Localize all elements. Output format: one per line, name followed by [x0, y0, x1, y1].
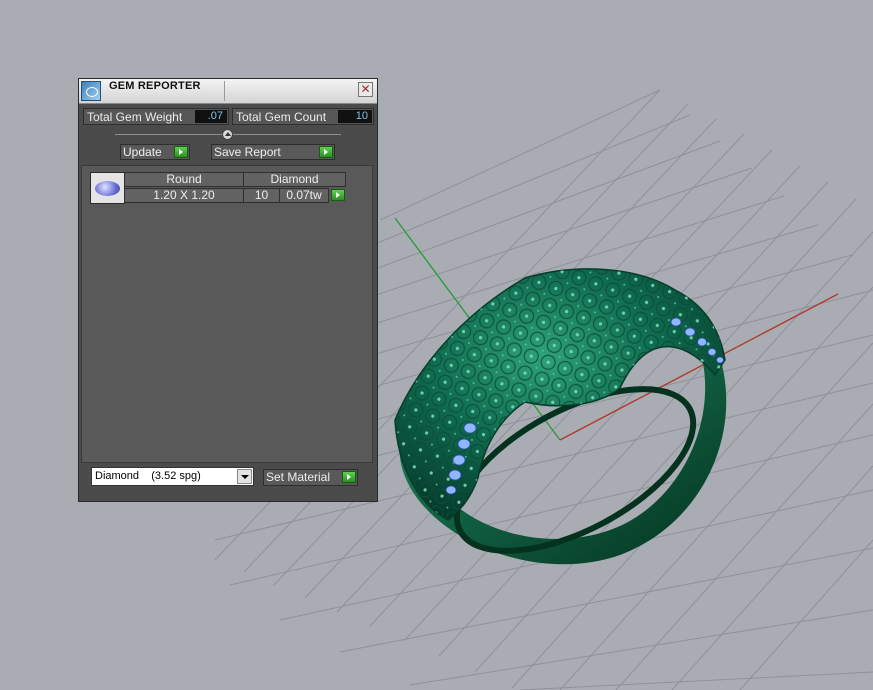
material-dropdown[interactable]: Diamond (3.52 spg) — [91, 467, 254, 486]
material-dropdown-value: Diamond (3.52 spg) — [95, 470, 201, 482]
total-count-label: Total Gem Count — [236, 110, 327, 124]
play-arrow-icon — [319, 146, 333, 158]
chevron-down-icon[interactable] — [237, 469, 252, 484]
set-material-button[interactable]: Set Material — [263, 469, 358, 486]
total-weight-value: .07 — [195, 110, 227, 123]
round-gem-thumbnail-icon[interactable] — [90, 172, 125, 204]
gem-reporter-panel: GEM REPORTER ✕ Total Gem Weight .07 Tota… — [78, 78, 378, 502]
size-slider-handle[interactable] — [222, 129, 233, 140]
gem-reporter-app-icon — [81, 81, 101, 101]
play-arrow-icon — [174, 146, 188, 158]
gem-row-select-icon[interactable] — [331, 189, 345, 201]
play-arrow-icon — [342, 471, 356, 483]
total-count-box: Total Gem Count 10 — [232, 108, 374, 125]
save-report-button[interactable]: Save Report — [211, 144, 335, 160]
update-button-label: Update — [123, 145, 162, 159]
update-button[interactable]: Update — [120, 144, 190, 160]
gem-size-cell: 1.20 X 1.20 — [124, 188, 244, 203]
total-count-value: 10 — [338, 110, 372, 123]
close-icon[interactable]: ✕ — [358, 82, 373, 97]
gem-material-cell: Diamond — [243, 172, 346, 187]
total-weight-label: Total Gem Weight — [87, 110, 183, 124]
gem-shape-cell: Round — [124, 172, 244, 187]
gem-weight-cell: 0.07tw — [279, 188, 329, 203]
gem-list: Round Diamond 1.20 X 1.20 10 0.07tw — [81, 165, 373, 463]
panel-title: GEM REPORTER — [109, 80, 201, 92]
total-weight-box: Total Gem Weight .07 — [83, 108, 229, 125]
save-report-button-label: Save Report — [214, 145, 281, 159]
title-divider — [224, 81, 225, 101]
panel-titlebar[interactable]: GEM REPORTER ✕ — [79, 79, 377, 104]
gem-count-cell: 10 — [243, 188, 280, 203]
set-material-button-label: Set Material — [266, 470, 331, 484]
